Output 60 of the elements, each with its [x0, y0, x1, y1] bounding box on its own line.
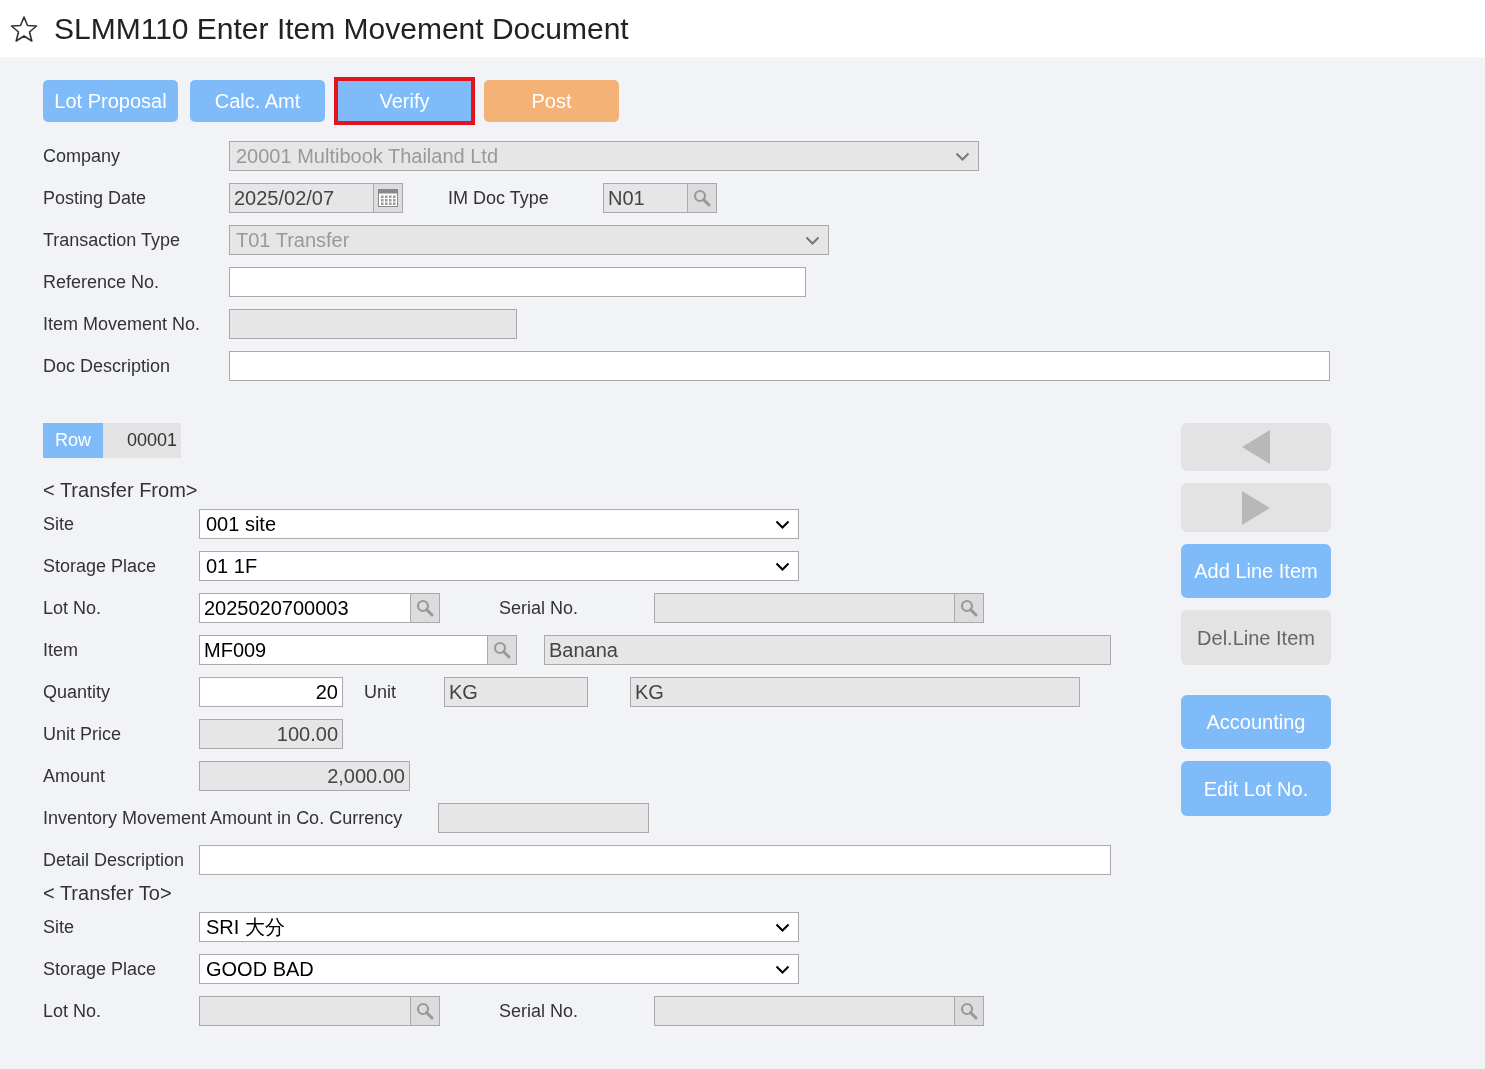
field-label: Site: [43, 915, 76, 939]
search-icon: [416, 599, 434, 617]
field-label: Amount: [43, 764, 107, 788]
field-label: Doc Description: [43, 354, 172, 378]
storage-place-select[interactable]: GOOD BAD: [199, 954, 799, 984]
site-select[interactable]: SRI 大分: [199, 912, 799, 942]
field-label: Storage Place: [43, 554, 158, 578]
search-icon: [693, 189, 711, 207]
search-button[interactable]: [411, 593, 440, 623]
field-label: Company: [43, 144, 122, 168]
chevron-down-icon: [805, 235, 820, 245]
search-icon: [960, 1002, 978, 1020]
field-label: Unit: [364, 680, 397, 704]
field-label: Site: [43, 512, 76, 536]
star-icon: [10, 14, 38, 43]
field-label: Serial No.: [499, 596, 580, 620]
calendar-button[interactable]: [374, 183, 403, 213]
field-label: Transaction Type: [43, 228, 182, 252]
field-label: IM Doc Type: [448, 186, 550, 210]
field-label: Serial No.: [499, 999, 580, 1023]
calendar-icon: [378, 189, 398, 207]
quantity-field[interactable]: 20: [199, 677, 343, 707]
field-label: Inventory Movement Amount in Co. Currency: [43, 806, 404, 830]
field-label: Item Movement No.: [43, 312, 202, 336]
chevron-down-icon: [775, 561, 790, 571]
search-icon: [960, 599, 978, 617]
search-button[interactable]: [688, 183, 717, 213]
chevron-down-icon: [955, 151, 970, 161]
field-label: Quantity: [43, 680, 112, 704]
field-label: Lot No.: [43, 596, 103, 620]
chevron-down-icon: [775, 519, 790, 529]
field-label: Posting Date: [43, 186, 148, 210]
field-label: Item: [43, 638, 79, 662]
search-icon: [493, 641, 511, 659]
site-select[interactable]: 001 site: [199, 509, 799, 539]
row-number: 00001: [103, 423, 181, 458]
chevron-down-icon: [775, 922, 790, 932]
triangle-right-icon: [1242, 490, 1270, 525]
search-button[interactable]: [955, 996, 984, 1026]
input-field[interactable]: [229, 351, 1330, 381]
input-field[interactable]: [199, 845, 1111, 875]
search-button[interactable]: [955, 593, 984, 623]
section-heading: < Transfer To>: [43, 881, 173, 905]
item-code-field[interactable]: MF009: [199, 635, 488, 665]
row-label: Row: [43, 423, 103, 458]
triangle-left-icon: [1242, 430, 1270, 464]
chevron-down-icon: [775, 964, 790, 974]
storage-place-select[interactable]: 01 1F: [199, 551, 799, 581]
field-label: Reference No.: [43, 270, 161, 294]
input-field[interactable]: [229, 267, 806, 297]
lot-number-field[interactable]: 2025020700003: [199, 593, 411, 623]
field-label: Unit Price: [43, 722, 123, 746]
section-heading: < Transfer From>: [43, 478, 199, 502]
field-label: Lot No.: [43, 999, 103, 1023]
search-icon: [416, 1002, 434, 1020]
field-label: Storage Place: [43, 957, 158, 981]
field-label: Detail Description: [43, 848, 186, 872]
page-title: SLMM110 Enter Item Movement Document: [54, 11, 629, 47]
search-button[interactable]: [488, 635, 517, 665]
search-button[interactable]: [411, 996, 440, 1026]
